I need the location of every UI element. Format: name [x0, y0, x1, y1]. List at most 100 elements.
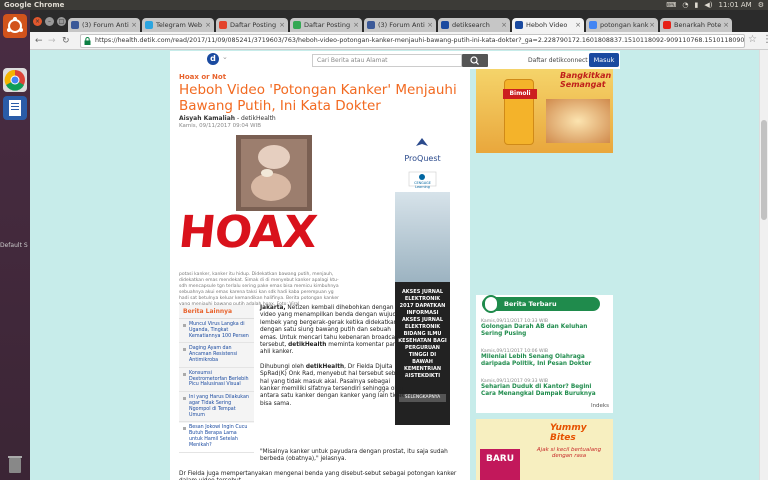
- browser-tab[interactable]: Telegram Web ×: [142, 18, 214, 32]
- latest-news-item[interactable]: Kamis,09/11/2017 10:33 WIB Golongan Dara…: [481, 319, 606, 338]
- address-bar[interactable]: https://health.detik.com/read/2017/11/09…: [80, 34, 745, 48]
- news-title[interactable]: Milenial Lebih Senang Olahraga daripada …: [481, 354, 606, 368]
- system-tray: ⌨ ◔ ▮ ◀) 11:01 AM ⚙: [666, 0, 764, 10]
- close-tab-icon[interactable]: ×: [427, 18, 433, 32]
- latest-news-item[interactable]: Kamis,09/11/2017 09:33 WIB Seharian Dudu…: [481, 379, 606, 398]
- clock[interactable]: 11:01 AM: [718, 0, 751, 10]
- related-link[interactable]: Daging Ayam dan Ancaman Resistensi Antim…: [179, 343, 254, 368]
- tab-favicon-icon: [589, 21, 597, 29]
- browser-tab[interactable]: (3) Forum Anti ×: [68, 18, 140, 32]
- os-top-bar: Google Chrome ⌨ ◔ ▮ ◀) 11:01 AM ⚙: [0, 0, 768, 10]
- scrollbar-thumb[interactable]: [761, 120, 767, 220]
- os-app-title: Google Chrome: [4, 1, 65, 9]
- trash-icon[interactable]: [3, 452, 27, 476]
- tab-label: Heboh Video: [526, 21, 568, 29]
- detikconnect-link[interactable]: Daftar detikconnect: [528, 55, 588, 66]
- brand-mention: detikHealth: [288, 342, 327, 349]
- tab-label: Daftar Posting: [304, 21, 351, 29]
- browser-tab[interactable]: Daftar Posting ×: [290, 18, 362, 32]
- close-tab-icon[interactable]: ×: [131, 18, 137, 32]
- maximize-window-icon[interactable]: □: [57, 17, 66, 26]
- close-tab-icon[interactable]: ×: [279, 18, 285, 32]
- browser-tab[interactable]: potongan kank ×: [586, 18, 658, 32]
- related-link[interactable]: Muncul Virus Langka di Uganda, Tingkat K…: [179, 319, 254, 344]
- related-link[interactable]: Konsumsi Dextrometorfan Berlebih Picu Ha…: [179, 368, 254, 393]
- article-date: Kamis, 09/11/2017 09:04 WIB: [179, 123, 262, 129]
- yummy-bites-ad[interactable]: BARU Yummy Bites Ajak si kecil bertualan…: [476, 419, 613, 480]
- related-title: Berita Lainnya: [179, 305, 254, 319]
- bookmark-star-icon[interactable]: ☆: [748, 34, 757, 46]
- article-photo[interactable]: HOAX: [179, 135, 327, 265]
- paragraph-3: "Misalnya kanker untuk payudara dengan p…: [260, 449, 448, 463]
- url-text: https://health.detik.com/read/2017/11/09…: [95, 37, 745, 44]
- chevron-down-icon[interactable]: ⌄: [222, 53, 228, 61]
- browser-tab[interactable]: Heboh Video ×: [512, 18, 584, 32]
- p2-b: , Dr Fielda Djuita SpRad(K) Onk Rad, men…: [260, 363, 408, 407]
- close-window-icon[interactable]: ×: [33, 17, 42, 26]
- tab-favicon-icon: [145, 21, 153, 29]
- lock-icon: [84, 37, 91, 45]
- tab-favicon-icon: [441, 21, 449, 29]
- browser-tab[interactable]: Daftar Posting ×: [216, 18, 288, 32]
- login-button[interactable]: Masuk: [589, 53, 619, 67]
- document-viewer-icon[interactable]: [3, 96, 27, 120]
- tab-label: detiksearch: [452, 21, 490, 29]
- photo-caption: potasi kanker, kanker itu hidup. Didekat…: [179, 272, 339, 307]
- browser-tab[interactable]: detiksearch ×: [438, 18, 510, 32]
- bimoli-ad[interactable]: Bangkitkan Semangat Bimoli: [476, 69, 613, 153]
- tab-label: potongan kank: [600, 21, 649, 29]
- keyboard-icon[interactable]: ⌨: [666, 0, 676, 10]
- chrome-launcher-icon[interactable]: [3, 68, 27, 92]
- related-list: Muncul Virus Langka di Uganda, Tingkat K…: [179, 319, 254, 453]
- forward-arrow-icon[interactable]: →: [48, 35, 56, 47]
- index-link[interactable]: Indeks: [591, 403, 609, 409]
- site-search-button[interactable]: [462, 54, 488, 67]
- related-box: Berita Lainnya Muncul Virus Langka di Ug…: [179, 305, 254, 453]
- browser-tab[interactable]: (3) Forum Anti ×: [364, 18, 436, 32]
- browser-tab-bar: × – □ (3) Forum Anti × Telegram Web × Daftar…: [30, 10, 768, 32]
- author-name[interactable]: Aisyah Kamaliah: [179, 115, 235, 122]
- related-link[interactable]: Ini yang Harus Dilakukan agar Tidak Seri…: [179, 392, 254, 423]
- close-tab-icon[interactable]: ×: [649, 18, 655, 32]
- right-column: Bangkitkan Semangat Bimoli Berita Terbar…: [476, 69, 613, 480]
- browser-tab[interactable]: Benarkah Pote ×: [660, 18, 732, 32]
- tab-favicon-icon: [71, 21, 79, 29]
- article-kicker[interactable]: Hoax or Not: [179, 73, 226, 81]
- proquest-brand: ProQuest: [404, 154, 441, 163]
- news-title[interactable]: Seharian Duduk di Kantor? Begini Cara Me…: [481, 384, 606, 398]
- chrome-menu-icon[interactable]: ⋮: [762, 34, 768, 46]
- tab-favicon-icon: [663, 21, 671, 29]
- close-tab-icon[interactable]: ×: [501, 18, 507, 32]
- ad-building-image: [395, 192, 450, 282]
- ubuntu-dash-icon[interactable]: [3, 14, 27, 38]
- latest-news-title: Berita Terbaru: [482, 297, 600, 311]
- hoax-stamp: HOAX: [179, 207, 319, 258]
- reload-icon[interactable]: ↻: [62, 35, 70, 47]
- wifi-icon[interactable]: ◔: [682, 0, 688, 10]
- minimize-window-icon[interactable]: –: [45, 17, 54, 26]
- paragraph-2: Dihubungi oleh detikHealth, Dr Fielda Dj…: [260, 364, 410, 408]
- article-body: Jakarta, Netizen kembali dihebohkan deng…: [260, 305, 410, 408]
- window-controls: × – □: [33, 17, 66, 26]
- battery-icon[interactable]: ▮: [695, 0, 699, 10]
- yummy-slogan: Ajak si kecil bertualang dengan rasa: [536, 447, 602, 459]
- news-title[interactable]: Golongan Darah AB dan Keluhan Sering Pus…: [481, 324, 606, 338]
- bimoli-tagline: Bangkitkan Semangat: [560, 71, 612, 89]
- volume-icon[interactable]: ◀): [704, 0, 712, 10]
- site-search-input[interactable]: Cari Berita atau Alamat: [312, 54, 462, 67]
- detik-logo[interactable]: d: [207, 53, 219, 65]
- page-scrollbar[interactable]: [759, 50, 768, 480]
- close-tab-icon[interactable]: ×: [353, 18, 359, 32]
- article-body-continued: "Misalnya kanker untuk payudara dengan p…: [179, 449, 464, 480]
- close-tab-icon[interactable]: ×: [205, 18, 211, 32]
- article-byline: Aisyah Kamaliah - detikHealth: [179, 115, 276, 122]
- food-image: [546, 99, 610, 143]
- brand-mention: detikHealth: [305, 363, 345, 370]
- close-tab-icon[interactable]: ×: [575, 18, 581, 32]
- back-arrow-icon[interactable]: ←: [35, 35, 43, 47]
- power-icon[interactable]: ⚙: [758, 0, 764, 10]
- sidebar-label: Default S: [0, 242, 28, 249]
- close-tab-icon[interactable]: ×: [723, 18, 729, 32]
- latest-news-item[interactable]: Kamis,09/11/2017 10:06 WIB Milenial Lebi…: [481, 349, 606, 368]
- article: Hoax or Not Heboh Video 'Potongan Kanker…: [170, 69, 470, 480]
